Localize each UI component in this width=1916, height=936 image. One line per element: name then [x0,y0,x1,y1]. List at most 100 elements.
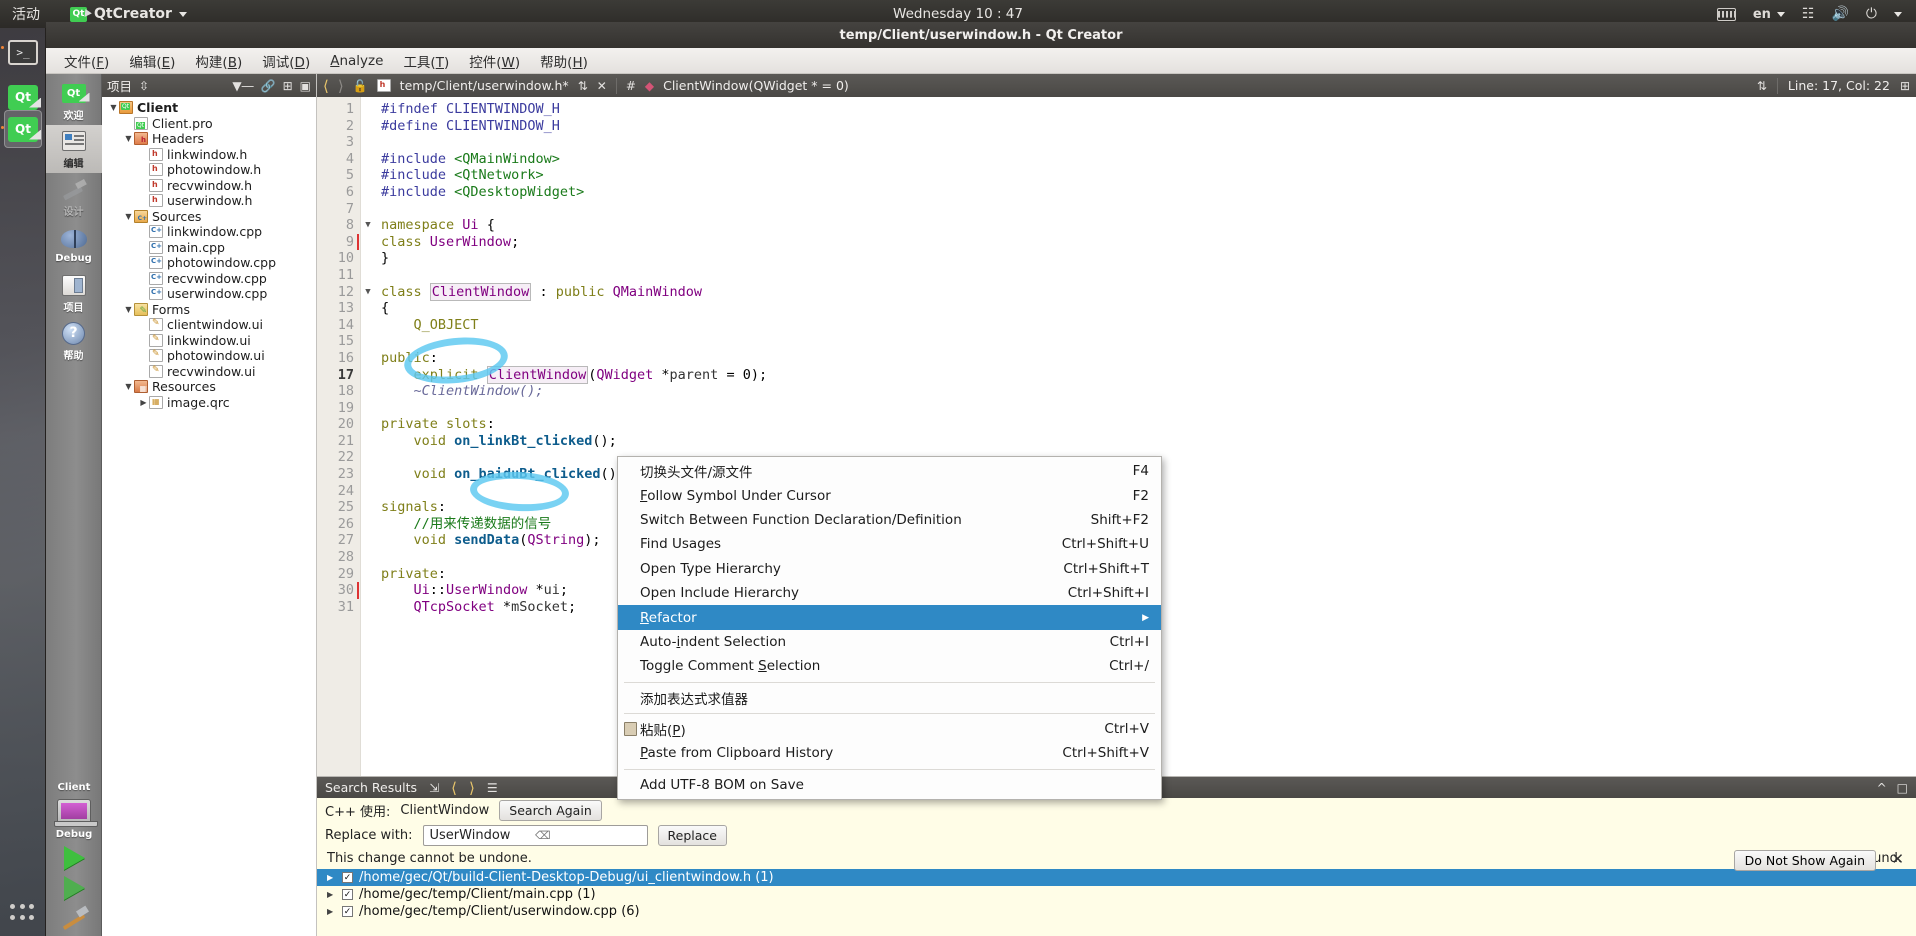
tree-item-client-pro[interactable]: Client.pro [102,116,316,132]
mode-debug[interactable]: Debug [46,221,102,269]
launcher-item-terminal[interactable]: >_ [4,33,42,71]
context-menu-item-p[interactable]: 粘贴(P) Ctrl+V [618,717,1161,741]
tree-item-clientwindow-ui[interactable]: clientwindow.ui [102,317,316,333]
filter-icon[interactable]: ▼― [232,79,253,93]
open-file-combo[interactable]: temp/Client/userwindow.h* [376,78,569,93]
file-combo-arrows-icon[interactable]: ⇅ [578,79,588,93]
chevron-right-icon[interactable]: ▶ [327,873,336,882]
chevron-down-icon[interactable]: ▼ [123,305,134,314]
tree-item-recvwindow-ui[interactable]: recvwindow.ui [102,364,316,380]
menu-1[interactable]: 文件(F) [54,48,119,74]
result-file-checkbox[interactable]: ✓ [342,906,353,917]
close-icon[interactable]: ✕ [1891,850,1904,868]
context-menu-item-switch-between-function-declaration-definition[interactable]: Switch Between Function Declaration/Defi… [618,508,1161,532]
launcher-item-qtcreator-2[interactable]: Qt [4,110,42,148]
back-icon[interactable]: ⟨ [323,77,329,95]
fold-marker-icon[interactable]: ▼ [361,284,375,301]
replace-button[interactable]: Replace [657,825,727,846]
chevron-down-icon[interactable]: ▼ [123,382,134,391]
list-icon[interactable]: ☰ [487,781,498,795]
sort-icon[interactable]: ⇳ [139,79,149,93]
context-menu-item-toggle-comment-selection[interactable]: Toggle Comment Selection Ctrl+/ [618,654,1161,678]
symbol-combo-label[interactable]: ClientWindow(QWidget * = 0) [663,78,849,93]
menu-3[interactable]: 构建(B) [185,48,252,74]
result-file-row[interactable]: ▶ ✓ /home/gec/temp/Client/main.cpp (1) [317,886,1916,903]
tree-item-main-cpp[interactable]: main.cpp [102,240,316,256]
expand-icon[interactable]: ⇲ [429,781,439,795]
split-editor-icon[interactable]: ⊞ [1900,79,1910,93]
fold-marker-icon[interactable]: ▼ [361,217,375,234]
keyboard-icon[interactable] [1716,7,1736,21]
result-file-list[interactable]: ▶ ✓ /home/gec/Qt/build-Client-Desktop-Debu… [317,869,1916,920]
close-split-icon[interactable]: ▣ [300,79,311,93]
close-panel-icon[interactable]: □ [1897,781,1908,795]
link-icon[interactable]: 🔗 [261,79,276,93]
menu-2[interactable]: 编辑(E) [119,48,185,74]
context-menu-item-refactor[interactable]: Refactor ▶ [618,605,1161,630]
tree-item-headers[interactable]: ▼ Headers [102,131,316,147]
context-menu-item-follow-symbol-under-cursor[interactable]: Follow Symbol Under Cursor F2 [618,483,1161,507]
search-again-button[interactable]: Search Again [499,800,602,821]
mode-edit[interactable]: 编辑 [45,125,102,173]
chevron-down-icon[interactable]: ▼ [108,103,119,112]
tree-item-image-qrc[interactable]: ▶ image.qrc [102,395,316,411]
chevron-right-icon[interactable]: ▶ [327,907,336,916]
tree-item-linkwindow-h[interactable]: linkwindow.h [102,147,316,163]
result-file-checkbox[interactable]: ✓ [342,872,353,883]
tree-item-userwindow-h[interactable]: userwindow.h [102,193,316,209]
chevron-right-icon[interactable]: ▶ [138,398,149,407]
editor-context-menu[interactable]: 切换头文件/源文件 F4 Follow Symbol Under Cursor F2 S… [617,456,1162,801]
context-menu-item-open-include-hierarchy[interactable]: Open Include Hierarchy Ctrl+Shift+I [618,581,1161,605]
minimize-panel-icon[interactable]: ^ [1877,781,1887,795]
tree-item-sources[interactable]: ▼ Sources [102,209,316,225]
tree-item-userwindow-cpp[interactable]: userwindow.cpp [102,286,316,302]
line-col-indicator[interactable]: Line: 17, Col: 22 [1788,78,1890,93]
chevron-down-icon[interactable] [1894,11,1902,17]
tree-item-photowindow-cpp[interactable]: photowindow.cpp [102,255,316,271]
mode-help[interactable]: ? 帮助 [46,317,102,365]
kit-selector-icon[interactable] [54,799,98,827]
tree-item-recvwindow-h[interactable]: recvwindow.h [102,178,316,194]
context-menu-item-[interactable]: 切换头文件/源文件 F4 [618,459,1161,483]
do-not-show-again-button[interactable]: Do Not Show Again [1733,850,1876,871]
menu-8[interactable]: 帮助(H) [530,48,598,74]
menu-4[interactable]: 调试(D) [252,48,320,74]
mode-welcome[interactable]: Qt 欢迎 [46,77,102,125]
clear-icon[interactable]: ⌫ [535,829,641,842]
context-menu-item-auto-indent-selection[interactable]: Auto-indent Selection Ctrl+I [618,630,1161,654]
symbol-combo-arrows-icon[interactable]: ⇅ [1757,79,1767,93]
context-menu-item-[interactable]: 添加表达式求值器 [618,686,1161,710]
chevron-down-icon[interactable]: ▼ [123,212,134,221]
tree-item-forms[interactable]: ▼ Forms [102,302,316,318]
tree-item-client[interactable]: ▼ Client [102,100,316,116]
tree-item-linkwindow-ui[interactable]: linkwindow.ui [102,333,316,349]
next-icon[interactable]: ⟩ [469,779,475,797]
menu-5[interactable]: Analyze [320,50,393,72]
replace-input[interactable]: UserWindow ⌫ [422,825,648,846]
tree-item-linkwindow-cpp[interactable]: linkwindow.cpp [102,224,316,240]
project-tree[interactable]: ▼ClientClient.pro▼Headerslinkwindow.hpho… [102,97,316,936]
chevron-down-icon[interactable]: ▼ [123,134,134,143]
context-menu-item-open-type-hierarchy[interactable]: Open Type Hierarchy Ctrl+Shift+T [618,557,1161,581]
result-file-checkbox[interactable]: ✓ [342,889,353,900]
fold-column[interactable]: ▼ ▼ [361,97,375,776]
build-icon[interactable] [59,906,89,928]
split-icon[interactable]: ⊞ [283,79,293,93]
power-icon[interactable]: ⏻ [1866,7,1877,21]
prev-icon[interactable]: ⟨ [451,779,457,797]
menu-7[interactable]: 控件(W) [459,48,530,74]
tree-item-photowindow-h[interactable]: photowindow.h [102,162,316,178]
context-menu-item-find-usages[interactable]: Find Usages Ctrl+Shift+U [618,532,1161,556]
network-icon[interactable]: ☷ [1802,7,1815,21]
menu-6[interactable]: 工具(T) [393,48,459,74]
tree-item-recvwindow-cpp[interactable]: recvwindow.cpp [102,271,316,287]
tree-item-resources[interactable]: ▼ Resources [102,379,316,395]
clock[interactable]: Wednesday 10 : 47 [0,6,1916,22]
debug-run-icon[interactable] [63,876,85,900]
result-file-row[interactable]: ▶ ✓ /home/gec/temp/Client/userwindow.cpp (… [317,903,1916,920]
context-menu-item-add-utf-8-bom-on-save[interactable]: Add UTF-8 BOM on Save [618,773,1161,797]
volume-icon[interactable]: 🔊 [1831,7,1848,21]
forward-icon[interactable]: ⟩ [338,77,344,95]
chevron-right-icon[interactable]: ▶ [327,890,336,899]
close-icon[interactable]: ✕ [597,79,607,93]
